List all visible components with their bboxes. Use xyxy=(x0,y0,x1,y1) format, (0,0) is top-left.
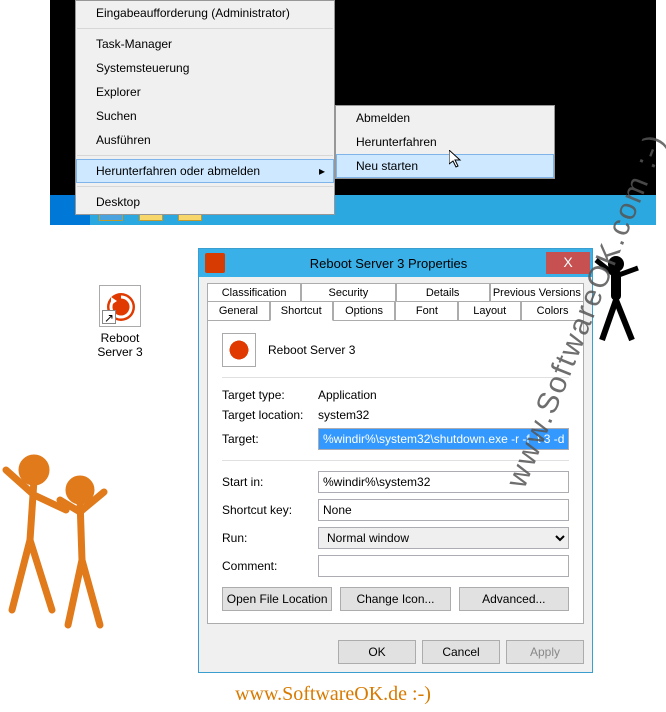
menu-item[interactable]: Explorer xyxy=(76,80,334,104)
submenu-item[interactable]: Herunterfahren xyxy=(336,130,554,154)
watermark-bottom: www.SoftwareOK.de :-) xyxy=(0,683,666,706)
label-shortcut-key: Shortcut key: xyxy=(222,503,318,517)
shortcut-label: RebootServer 3 xyxy=(85,331,155,359)
apply-button[interactable]: Apply xyxy=(506,640,584,664)
label-target: Target: xyxy=(222,432,318,446)
tab-shortcut[interactable]: Shortcut xyxy=(270,301,333,321)
dialog-titlebar[interactable]: Reboot Server 3 Properties X xyxy=(199,249,592,277)
menu-item[interactable]: Systemsteuerung xyxy=(76,56,334,80)
menu-separator xyxy=(77,155,333,156)
menu-separator xyxy=(77,186,333,187)
menu-item[interactable]: Task-Manager xyxy=(76,32,334,56)
label-start-in: Start in: xyxy=(222,475,318,489)
label-target-type: Target type: xyxy=(222,388,318,402)
mouse-cursor-icon xyxy=(449,150,465,173)
tab-details[interactable]: Details xyxy=(396,283,490,302)
shortcut-large-icon xyxy=(222,333,256,367)
comment-input[interactable] xyxy=(318,555,569,577)
tab-options[interactable]: Options xyxy=(333,301,396,320)
label-run: Run: xyxy=(222,531,318,545)
divider xyxy=(222,377,569,378)
tab-general[interactable]: General xyxy=(207,301,270,320)
menu-item[interactable]: Desktop xyxy=(76,190,334,214)
desktop-shortcut-reboot[interactable]: ↗ RebootServer 3 xyxy=(85,285,155,359)
ok-button[interactable]: OK xyxy=(338,640,416,664)
value-target-location: system32 xyxy=(318,408,369,422)
open-file-location-button[interactable]: Open File Location xyxy=(222,587,332,611)
shortcut-overlay-arrow-icon: ↗ xyxy=(102,310,116,324)
dialog-footer: OK Cancel Apply xyxy=(199,632,592,672)
menu-item-shutdown-signoff[interactable]: Herunterfahren oder abmelden xyxy=(76,159,334,183)
menu-item[interactable]: Ausführen xyxy=(76,128,334,152)
value-target-type: Application xyxy=(318,388,377,402)
label-target-location: Target location: xyxy=(222,408,318,422)
shortcut-icon: ↗ xyxy=(99,285,141,327)
submenu-item-restart[interactable]: Neu starten xyxy=(336,154,554,178)
tab-layout[interactable]: Layout xyxy=(458,301,521,320)
dialog-title: Reboot Server 3 Properties xyxy=(231,256,546,271)
tab-font[interactable]: Font xyxy=(395,301,458,320)
menu-item[interactable]: Eingabeaufforderung (Administrator) xyxy=(76,1,334,25)
cancel-button[interactable]: Cancel xyxy=(422,640,500,664)
shortcut-key-input[interactable] xyxy=(318,499,569,521)
advanced-button[interactable]: Advanced... xyxy=(459,587,569,611)
tab-previous-versions[interactable]: Previous Versions xyxy=(490,283,584,302)
dancing-figures-icon xyxy=(0,440,110,640)
system-menu-icon[interactable] xyxy=(205,253,225,273)
change-icon-button[interactable]: Change Icon... xyxy=(340,587,450,611)
tab-security[interactable]: Security xyxy=(301,283,395,302)
menu-separator xyxy=(77,28,333,29)
shortcut-name: Reboot Server 3 xyxy=(268,343,355,357)
tab-classification[interactable]: Classification xyxy=(207,283,301,302)
shutdown-submenu: Abmelden Herunterfahren Neu starten xyxy=(335,105,555,179)
submenu-item[interactable]: Abmelden xyxy=(336,106,554,130)
menu-item[interactable]: Suchen xyxy=(76,104,334,128)
winx-context-menu: Eingabeaufforderung (Administrator) Task… xyxy=(75,0,335,215)
run-select[interactable]: Normal window xyxy=(318,527,569,549)
label-comment: Comment: xyxy=(222,559,318,573)
tab-strip: Classification Security Details Previous… xyxy=(199,277,592,320)
